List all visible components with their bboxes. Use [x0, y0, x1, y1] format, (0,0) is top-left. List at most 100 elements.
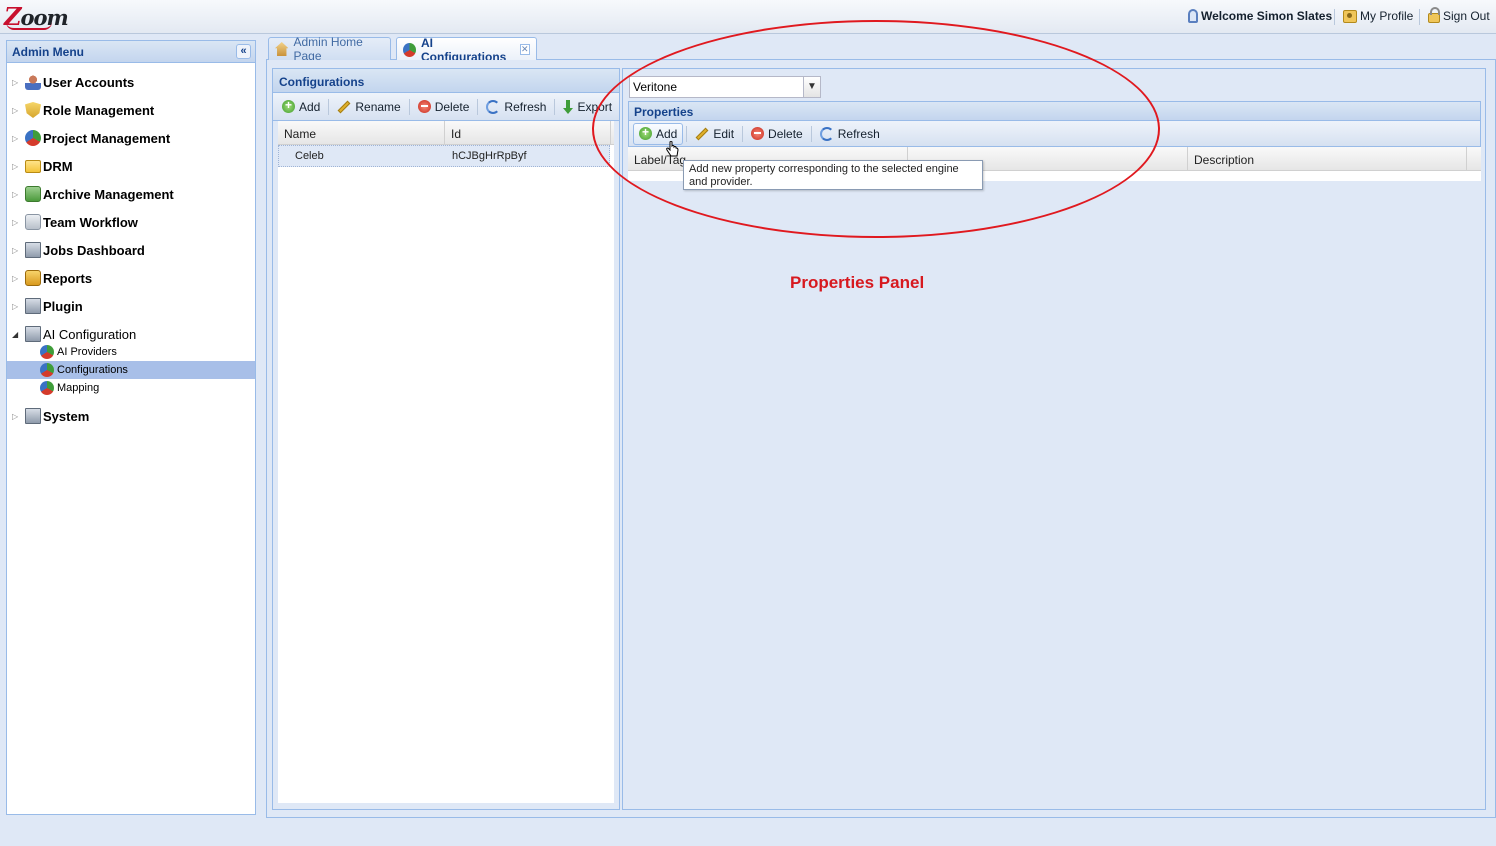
delete-label: Delete — [434, 99, 470, 114]
menu-item-label: Role Management — [43, 102, 155, 118]
admin-menu-title: Admin Menu — [12, 45, 84, 59]
delete-configuration-button[interactable]: Delete — [413, 96, 475, 118]
pencil-icon — [337, 100, 351, 113]
folder-icon — [25, 159, 41, 173]
menu-item-label: Jobs Dashboard — [43, 242, 145, 258]
expand-arrow-icon[interactable]: ▷ — [12, 78, 22, 87]
logo-swoosh — [6, 22, 52, 30]
expand-arrow-icon[interactable]: ▷ — [12, 302, 22, 311]
expand-arrow-icon[interactable]: ▷ — [12, 162, 22, 171]
monitor-icon — [25, 408, 41, 424]
engine-select-value: Veritone — [633, 80, 678, 94]
expand-arrow-icon[interactable]: ▷ — [12, 134, 22, 143]
cell-name: Celeb — [295, 150, 324, 162]
expand-arrow-icon[interactable]: ▷ — [12, 218, 22, 227]
menu-item-drm[interactable]: ▷ DRM — [7, 155, 255, 177]
menu-item-label: User Accounts — [43, 74, 135, 90]
menu-item-ai-configuration[interactable]: ◢ AI Configuration — [7, 323, 255, 345]
expand-arrow-icon[interactable]: ▷ — [12, 274, 22, 283]
add-configuration-button[interactable]: Add — [277, 96, 325, 118]
welcome-user: Welcome Simon Slates — [1188, 9, 1332, 23]
rename-configuration-button[interactable]: Rename — [332, 96, 405, 118]
sign-out-link[interactable]: Sign Out — [1428, 7, 1490, 23]
edit-property-button[interactable]: Edit — [690, 123, 739, 145]
menu-item-label: AI Configuration — [43, 326, 137, 342]
refresh-icon — [486, 99, 501, 114]
delete-property-button[interactable]: Delete — [746, 123, 808, 145]
top-bar: Zoom Welcome Simon Slates My Profile Sig… — [0, 0, 1496, 34]
user-icon — [1188, 9, 1198, 23]
hand-cursor-icon — [666, 141, 679, 157]
toolbar-separator — [810, 125, 812, 142]
expand-arrow-icon[interactable]: ▷ — [12, 190, 22, 199]
report-icon — [25, 270, 41, 286]
tab-ai-configurations[interactable]: AI Configurations ✕ — [396, 36, 537, 64]
globe-icon — [40, 345, 54, 359]
column-header-id[interactable]: Id — [445, 121, 611, 145]
menu-item-label: DRM — [43, 158, 73, 174]
menu-item-plugin[interactable]: ▷ Plugin — [7, 295, 255, 317]
menu-item-jobs-dashboard[interactable]: ▷ Jobs Dashboard — [7, 239, 255, 261]
menu-item-label: Project Management — [43, 130, 171, 146]
configurations-toolbar: Add Rename Delete Refresh Export — [273, 93, 619, 121]
export-label: Export — [577, 99, 613, 114]
expand-arrow-icon[interactable]: ▷ — [12, 106, 22, 115]
globe-icon — [40, 363, 54, 377]
tab-admin-home-page[interactable]: Admin Home Page — [268, 35, 391, 63]
expand-arrow-icon[interactable]: ▷ — [12, 246, 22, 255]
welcome-text: Welcome Simon Slates — [1201, 9, 1333, 23]
annotation-label: Properties Panel — [790, 273, 925, 292]
menu-item-system[interactable]: ▷ System — [7, 405, 255, 427]
cell-id: hCJBgHrRpByf — [452, 150, 527, 162]
menu-item-reports[interactable]: ▷ Reports — [7, 267, 255, 289]
engine-select[interactable]: Veritone ▼ — [629, 76, 821, 98]
lock-icon — [1428, 7, 1440, 23]
menu-item-team-workflow[interactable]: ▷ Team Workflow — [7, 211, 255, 233]
archive-icon — [25, 186, 41, 202]
menu-item-label: Reports — [43, 270, 93, 286]
menu-item-label: Plugin — [43, 298, 83, 314]
tab-label: Admin Home Page — [293, 35, 363, 63]
menu-subitem-ai-providers[interactable]: AI Providers — [7, 343, 255, 361]
table-row[interactable]: Celeb hCJBgHrRpByf — [278, 145, 610, 167]
toolbar-separator — [686, 125, 688, 142]
configurations-panel: Configurations Add Rename Delete Refresh… — [272, 68, 620, 810]
divider — [1334, 9, 1335, 25]
menu-item-user-accounts[interactable]: ▷ User Accounts — [7, 71, 255, 93]
divider — [1419, 9, 1420, 25]
export-configurations-button[interactable]: Export — [558, 96, 617, 118]
refresh-label: Refresh — [504, 99, 547, 114]
expand-arrow-icon[interactable]: ▷ — [12, 412, 22, 421]
admin-menu-header: Admin Menu « — [7, 41, 255, 63]
menu-item-project-management[interactable]: ▷ Project Management — [7, 127, 255, 149]
column-header-name[interactable]: Name — [278, 121, 445, 145]
monitor-icon — [25, 298, 41, 314]
refresh-configurations-button[interactable]: Refresh — [481, 96, 551, 118]
collapse-menu-button[interactable]: « — [236, 44, 251, 59]
refresh-icon — [819, 126, 834, 141]
my-profile-label: My Profile — [1360, 9, 1414, 23]
add-property-tooltip: Add new property corresponding to the se… — [683, 160, 983, 190]
properties-toolbar: Add Edit Delete Refresh — [628, 121, 1481, 147]
close-icon[interactable]: ✕ — [519, 44, 530, 55]
monitor-icon — [25, 242, 41, 258]
column-label: Name — [284, 127, 317, 141]
menu-subitem-label: Mapping — [57, 382, 100, 394]
menu-item-archive-management[interactable]: ▷ Archive Management — [7, 183, 255, 205]
menu-subitem-configurations[interactable]: Configurations — [7, 361, 255, 379]
column-header-description[interactable]: Description — [1188, 147, 1467, 171]
collapse-arrow-icon[interactable]: ◢ — [12, 330, 22, 339]
globe-icon — [403, 42, 417, 57]
refresh-label: Refresh — [837, 126, 880, 141]
chevron-down-icon[interactable]: ▼ — [803, 77, 820, 97]
my-profile-link[interactable]: My Profile — [1343, 9, 1413, 23]
refresh-properties-button[interactable]: Refresh — [815, 123, 885, 145]
menu-item-label: Team Workflow — [43, 214, 138, 230]
configurations-title: Configurations — [273, 69, 619, 93]
user-icon — [25, 74, 41, 90]
toolbar-separator — [742, 125, 744, 142]
menu-item-label: System — [43, 408, 90, 424]
menu-subitem-mapping[interactable]: Mapping — [7, 379, 255, 397]
toolbar-separator — [477, 98, 479, 115]
menu-item-role-management[interactable]: ▷ Role Management — [7, 99, 255, 121]
